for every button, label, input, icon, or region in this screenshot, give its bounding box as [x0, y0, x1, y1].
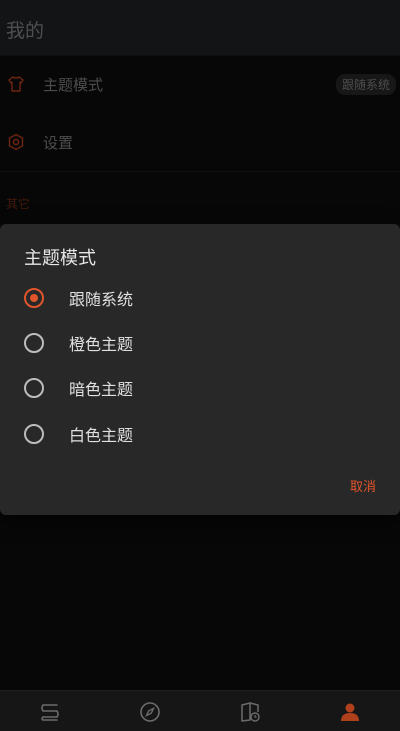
option-label: 橙色主题 [69, 335, 134, 354]
option-label: 白色主题 [69, 426, 134, 445]
option-label: 暗色主题 [69, 380, 134, 399]
theme-option-white[interactable]: 白色主题 [0, 414, 400, 454]
theme-option-dark[interactable]: 暗色主题 [0, 368, 400, 408]
theme-mode-dialog: 主题模式 跟随系统 橙色主题 暗色主题 白色主题 取消 [0, 224, 400, 515]
nav-discover[interactable] [100, 691, 200, 731]
radio-unselected-icon[interactable] [24, 333, 44, 353]
bookshelf-icon [41, 704, 59, 721]
theme-option-orange[interactable]: 橙色主题 [0, 323, 400, 363]
history-book-icon [241, 702, 260, 722]
nav-profile[interactable] [300, 691, 400, 731]
dialog-title: 主题模式 [24, 248, 96, 269]
theme-option-follow-system[interactable]: 跟随系统 [0, 278, 400, 318]
cancel-button[interactable]: 取消 [350, 476, 376, 495]
bottom-nav [0, 690, 400, 731]
option-label: 跟随系统 [69, 290, 134, 309]
nav-history[interactable] [200, 691, 300, 731]
compass-icon [140, 702, 160, 722]
radio-selected-icon[interactable] [24, 288, 44, 308]
nav-bookshelf[interactable] [0, 691, 100, 731]
radio-unselected-icon[interactable] [24, 424, 44, 444]
profile-icon [341, 703, 359, 721]
radio-unselected-icon[interactable] [24, 378, 44, 398]
